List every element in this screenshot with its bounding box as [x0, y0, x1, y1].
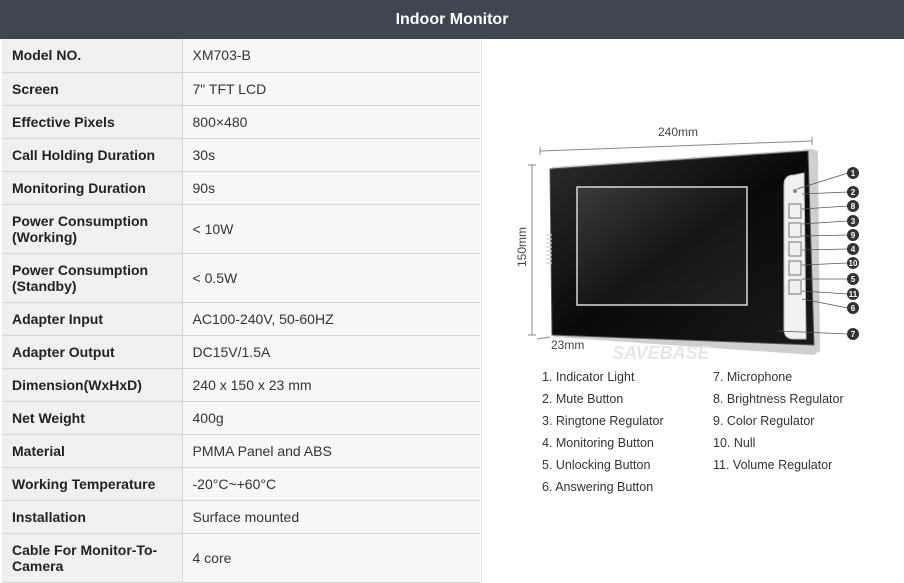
callout-number: 7: [851, 330, 856, 339]
spec-key: Effective Pixels: [2, 105, 183, 139]
depth-label: 23mm: [551, 338, 584, 352]
spec-key: Call Holding Duration: [2, 138, 183, 172]
table-row: Dimension(WxHxD) 240 x 150 x 23 mm: [2, 368, 480, 402]
callout-number: 5: [851, 275, 856, 284]
spec-key: Net Weight: [2, 401, 183, 435]
width-label: 240mm: [658, 125, 698, 139]
spec-value: 7" TFT LCD: [182, 72, 480, 106]
callout-number: 11: [849, 290, 858, 299]
indicator-light: [793, 189, 797, 193]
legend-left: 1. Indicator Light 2. Mute Button 3. Rin…: [542, 366, 664, 498]
header-bar: Indoor Monitor: [0, 0, 904, 39]
callout-number: 9: [851, 231, 856, 240]
spec-value: 90s: [182, 171, 480, 205]
spec-key: Adapter Output: [2, 335, 183, 369]
depth-dimension: [536, 336, 551, 340]
spec-value: PMMA Panel and ABS: [182, 434, 480, 468]
spec-key: Model NO.: [2, 39, 183, 73]
legend-item: 9. Color Regulator: [713, 414, 815, 428]
spec-value: 400g: [182, 401, 480, 435]
spec-key: Power Consumption (Standby): [2, 253, 183, 303]
spec-key: Working Temperature: [2, 467, 183, 501]
legend-item: 4. Monitoring Button: [542, 436, 654, 450]
spec-key: Screen: [2, 72, 183, 106]
spec-key: Monitoring Duration: [2, 171, 183, 205]
legend-item: 11. Volume Regulator: [713, 458, 833, 472]
legend-item: 2. Mute Button: [542, 392, 624, 406]
legend-right: 7. Microphone 8. Brightness Regulator 9.…: [713, 366, 844, 476]
table-row: Net Weight 400g: [2, 401, 480, 435]
spec-key: Power Consumption (Working): [2, 204, 183, 254]
callout-number: 1: [851, 169, 856, 178]
spec-value: DC15V/1.5A: [182, 335, 480, 369]
spec-value: 800×480: [182, 105, 480, 139]
table-row: Working Temperature -20°C~+60°C: [2, 467, 480, 501]
product-diagram: 240mm 150mm 23mm 1 2 8 3 9 4 10 5 11 6 7…: [515, 125, 859, 363]
legend-item: 6. Answering Button: [542, 480, 654, 494]
table-row: Cable For Monitor-To-Camera 4 core: [2, 533, 480, 583]
legend-item: 1. Indicator Light: [542, 370, 635, 384]
legend-item: 10. Null: [713, 436, 756, 450]
callout-number: 6: [851, 304, 856, 313]
table-row: Installation Surface mounted: [2, 500, 480, 534]
table-row: Adapter Input AC100-240V, 50-60HZ: [2, 302, 480, 336]
spec-key: Material: [2, 434, 183, 468]
callout-number: 3: [851, 217, 856, 226]
table-row: Call Holding Duration 30s: [2, 138, 480, 172]
spec-value: AC100-240V, 50-60HZ: [182, 302, 480, 336]
spec-value: 240 x 150 x 23 mm: [182, 368, 480, 402]
spec-value: XM703-B: [182, 39, 480, 73]
legend-item: 5. Unlocking Button: [542, 458, 651, 472]
spec-key: Dimension(WxHxD): [2, 368, 183, 402]
monitor-body: [546, 149, 820, 355]
table-row: Model NO. XM703-B: [2, 39, 480, 73]
spec-value: < 0.5W: [182, 253, 480, 303]
height-label: 150mm: [515, 227, 529, 267]
spec-value: Surface mounted: [182, 500, 480, 534]
callout-number: 8: [851, 202, 856, 211]
table-row: Adapter Output DC15V/1.5A: [2, 335, 480, 369]
watermark: SAVEBASE: [612, 343, 711, 363]
spec-key: Cable For Monitor-To-Camera: [2, 533, 183, 583]
table-row: Power Consumption (Working) < 10W: [2, 204, 480, 254]
header-title: Indoor Monitor: [395, 10, 509, 28]
table-row: Power Consumption (Standby) < 0.5W: [2, 253, 480, 303]
height-dimension: [528, 164, 536, 336]
spec-key: Adapter Input: [2, 302, 183, 336]
callout-number: 4: [851, 245, 856, 254]
spec-table: Model NO. XM703-B Screen 7" TFT LCD Effe…: [2, 39, 480, 583]
spec-key: Installation: [2, 500, 183, 534]
legend-item: 3. Ringtone Regulator: [542, 414, 664, 428]
product-diagram-panel: 240mm 150mm 23mm 1 2 8 3 9 4 10 5 11 6 7…: [481, 39, 904, 583]
table-row: Monitoring Duration 90s: [2, 171, 480, 205]
spec-value: 30s: [182, 138, 480, 172]
legend-item: 7. Microphone: [713, 370, 793, 384]
spec-value: < 10W: [182, 204, 480, 254]
table-row: Material PMMA Panel and ABS: [2, 434, 480, 468]
legend-item: 8. Brightness Regulator: [713, 392, 844, 406]
spec-value: -20°C~+60°C: [182, 467, 480, 501]
table-row: Effective Pixels 800×480: [2, 105, 480, 139]
spec-value: 4 core: [182, 533, 480, 583]
table-row: Screen 7" TFT LCD: [2, 72, 480, 106]
callout-number: 2: [851, 188, 856, 197]
callout-number: 10: [849, 259, 858, 268]
